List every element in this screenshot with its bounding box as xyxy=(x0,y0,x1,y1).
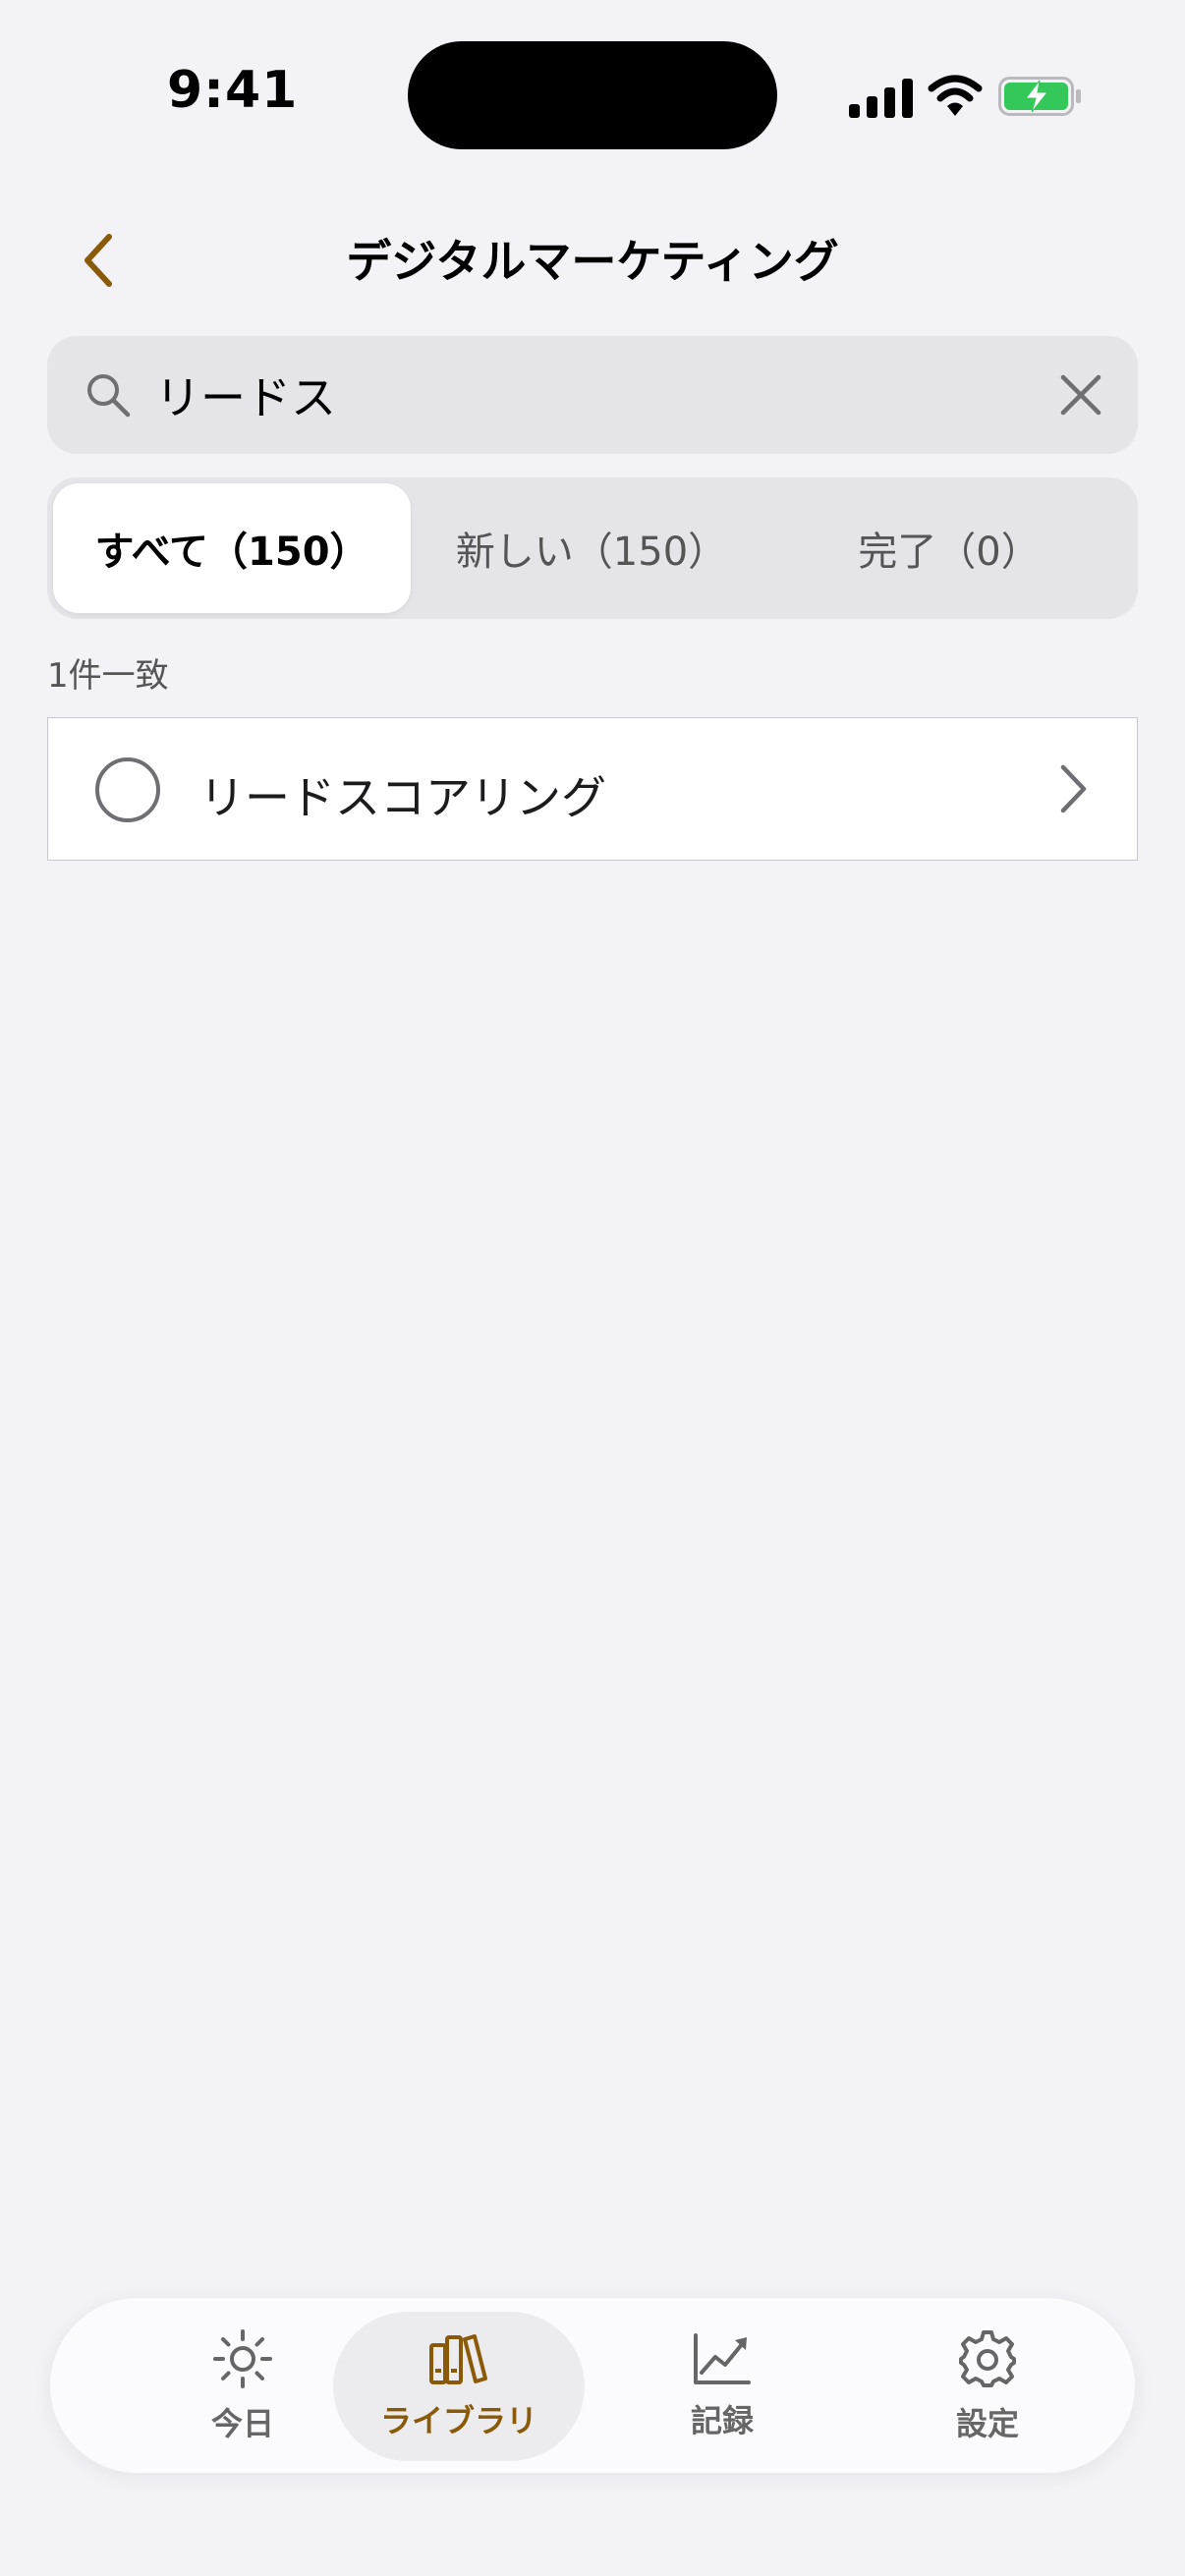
gear-icon xyxy=(959,2330,1016,2387)
dynamic-island xyxy=(408,41,777,149)
status-icons xyxy=(849,75,1085,118)
result-count: 1件一致 xyxy=(47,656,169,696)
segment-all[interactable]: すべて（150） xyxy=(53,483,411,613)
chevron-right-icon xyxy=(1060,764,1087,813)
sun-icon xyxy=(213,2329,272,2388)
page-title: デジタルマーケティング xyxy=(346,235,839,288)
list-item-label: リードスコアリング xyxy=(199,771,606,824)
tab-settings[interactable]: 設定 xyxy=(862,2312,1113,2461)
tab-settings-label: 設定 xyxy=(955,2405,1019,2442)
list-item[interactable]: リードスコアリング xyxy=(47,717,1138,861)
tab-library[interactable]: ライブラリ xyxy=(333,2312,585,2461)
wifi-icon xyxy=(928,75,983,116)
status-time: 9:41 xyxy=(167,61,299,120)
books-icon xyxy=(429,2334,487,2384)
close-icon xyxy=(1060,374,1101,416)
search-icon xyxy=(87,374,131,418)
tab-today-label: 今日 xyxy=(210,2405,274,2442)
tab-records-label: 記録 xyxy=(690,2402,754,2439)
tab-bar: 今日 ライブラリ 記録 設定 xyxy=(49,2297,1136,2474)
screen: 9:41 デジタルマーケティング リードス すべて（150） 新しい（150） … xyxy=(0,0,1185,2576)
chart-icon xyxy=(694,2333,751,2384)
cellular-signal-icon xyxy=(849,79,913,118)
filter-segmented-control: すべて（150） 新しい（150） 完了（0） xyxy=(47,477,1138,619)
search-bar xyxy=(47,336,1138,454)
tab-records[interactable]: 記録 xyxy=(596,2312,848,2461)
tab-library-label: ライブラリ xyxy=(379,2402,537,2439)
tab-today[interactable]: 今日 xyxy=(117,2312,368,2461)
search-input[interactable] xyxy=(155,356,1040,434)
segment-completed[interactable]: 完了（0） xyxy=(770,483,1128,613)
battery-charging-icon xyxy=(998,77,1081,116)
clear-search-button[interactable] xyxy=(1051,365,1110,424)
completion-radio[interactable] xyxy=(95,757,160,822)
segment-new[interactable]: 新しい（150） xyxy=(413,483,770,613)
